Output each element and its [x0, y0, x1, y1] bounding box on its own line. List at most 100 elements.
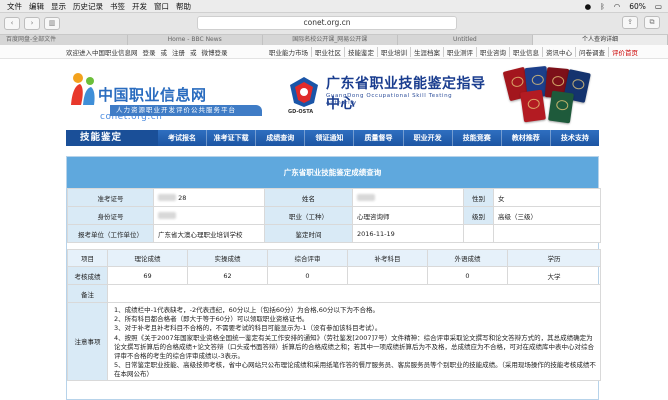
welcome-text: 欢迎进入中国职业信息网 — [66, 48, 138, 57]
weibo-login-link[interactable]: 微博登录 — [202, 47, 228, 57]
name-value — [352, 188, 464, 207]
gd-abbreviation: GD-OSTA — [288, 109, 314, 115]
forward-button[interactable]: › — [24, 17, 40, 30]
tab-baidu-pan[interactable]: 百度网盘-全部文件 — [0, 35, 128, 45]
remark-value — [107, 284, 601, 303]
site-link[interactable]: 生涯档案 — [411, 46, 444, 57]
language-score: 0 — [427, 266, 508, 285]
candidate-info-table: 准考证号 28 姓名 性别 女 身份证号 职业（工种） 心理咨询师 级别 高级（… — [67, 188, 601, 243]
share-icon[interactable]: ⇪ — [622, 16, 638, 29]
wifi-icon[interactable]: ◠ — [614, 2, 621, 11]
col-theory: 理论成绩 — [107, 249, 188, 267]
nav-admission-download[interactable]: 准考证下载 — [207, 130, 257, 146]
sidebar-icon[interactable]: ▥ — [44, 17, 60, 30]
level-value: 高级（三级） — [493, 206, 601, 225]
top-utility-bar: 欢迎进入中国职业信息网 登录 或 注册 或 微博登录 职业能力市场 职业社区 技… — [0, 45, 668, 59]
note-item: 3、对于补考且补考科目不合格的，不需要考试的科目可能显示为-1（没有参加该科目考… — [114, 324, 382, 333]
col-comprehensive: 综合评审 — [267, 249, 348, 267]
table-row: 准考证号 28 姓名 性别 女 — [67, 188, 601, 207]
level-label: 级别 — [463, 206, 494, 225]
menu-edit[interactable]: 编辑 — [29, 1, 44, 12]
redaction-mark — [357, 194, 375, 201]
note-item: 5、日常鉴定职业技能、高级技师考核，省中心网站只公布理论成绩和采用纸笔作答的餐厅… — [114, 361, 596, 379]
col-item: 项目 — [67, 249, 108, 267]
makeup-subject — [347, 266, 428, 285]
practical-score: 62 — [187, 266, 268, 285]
menu-view[interactable]: 显示 — [51, 1, 66, 12]
battery-level: 60% — [629, 1, 646, 11]
gd-english-title: GuangDong Occupational Skill Testing — [326, 93, 453, 99]
exam-id-label: 准考证号 — [67, 188, 154, 207]
nav-textbook[interactable]: 教材推荐 — [502, 130, 551, 146]
comprehensive-score: 0 — [267, 266, 348, 285]
employer-label: 报考单位（工作单位） — [67, 224, 154, 243]
occupation-value: 心理咨询师 — [352, 206, 464, 225]
notes-row: 注意事项 1、成绩栏中-1代表缺考，-2代表违纪，60分以上（包括60分）为合格… — [67, 302, 601, 381]
grades-row: 考核成绩 69 62 0 0 大学 — [67, 266, 601, 285]
section-brand[interactable]: 技能鉴定 — [66, 130, 158, 146]
tab-untitled[interactable]: Untitled — [398, 35, 533, 45]
empty-cell — [493, 224, 601, 243]
grades-header-row: 项目 理论成绩 实操成绩 综合评审 补考科目 外语成绩 学历 — [67, 249, 601, 267]
browser-toolbar: ‹ › ▥ conet.org.cn ⇪ ⧉ — [0, 13, 668, 34]
certificate-crimson — [520, 89, 546, 123]
tab-163-open[interactable]: 国际名校公开课_网易公开课 — [263, 35, 398, 45]
table-row: 报考单位（工作单位） 广东省大澳心理职业培训学校 鉴定时间 2016-11-19 — [67, 224, 601, 243]
notes-label: 注意事项 — [67, 302, 108, 381]
battery-icon[interactable]: ▭ — [655, 2, 662, 11]
logo-title-text: 中国职业信息网 — [98, 86, 207, 104]
remark-label: 备注 — [67, 284, 108, 303]
employer-value: 广东省大澳心理职业培训学校 — [153, 224, 265, 243]
address-bar[interactable]: conet.org.cn — [197, 16, 457, 30]
site-link[interactable]: 技能鉴定 — [345, 46, 378, 57]
register-link[interactable]: 注册 — [172, 47, 185, 57]
back-button[interactable]: ‹ — [4, 17, 20, 30]
exam-id-value: 28 — [153, 188, 265, 207]
tabs-overview-icon[interactable]: ⧉ — [644, 16, 660, 29]
login-link[interactable]: 登录 — [143, 47, 156, 57]
nav-quality-supervision[interactable]: 质量督导 — [354, 130, 404, 146]
site-link[interactable]: 职业测评 — [444, 46, 477, 57]
menu-window[interactable]: 窗口 — [154, 1, 169, 12]
nav-skill-competition[interactable]: 技能竞赛 — [453, 130, 502, 146]
id-number-value — [153, 206, 265, 225]
site-link[interactable]: 问卷调查 — [576, 46, 609, 57]
nav-certificate-notice[interactable]: 领证通知 — [305, 130, 355, 146]
site-link[interactable]: 职业咨询 — [477, 46, 510, 57]
notes-label-text: 注意事项 — [74, 338, 101, 347]
menu-help[interactable]: 帮助 — [176, 1, 191, 12]
user-icon[interactable]: ● — [585, 2, 592, 11]
row-label: 考核成绩 — [67, 266, 108, 285]
nav-score-query[interactable]: 成绩查询 — [256, 130, 306, 146]
nav-exam-registration[interactable]: 考试报名 — [158, 130, 208, 146]
site-link[interactable]: 职业社区 — [312, 46, 345, 57]
tab-personal-query[interactable]: 个人查询详细 — [532, 35, 668, 45]
nav-career-development[interactable]: 职业开发 — [404, 130, 453, 146]
site-link[interactable]: 职业信息 — [510, 46, 543, 57]
menu-develop[interactable]: 开发 — [132, 1, 147, 12]
col-makeup: 补考科目 — [347, 249, 428, 267]
site-link[interactable]: 资讯中心 — [543, 46, 576, 57]
site-logo[interactable]: 中国职业信息网conet.org.cn 人力资源职业开发评价公共服务平台 — [68, 65, 263, 125]
certificate-images — [500, 65, 600, 124]
menu-history[interactable]: 历史记录 — [73, 1, 103, 12]
bluetooth-icon[interactable]: ᛒ — [600, 2, 605, 11]
empty-cell — [463, 224, 494, 243]
nav-tech-support[interactable]: 技术支持 — [551, 130, 599, 146]
site-link[interactable]: 评价首页 — [609, 47, 641, 57]
site-link[interactable]: 职业培训 — [378, 46, 411, 57]
exam-date-label: 鉴定时间 — [264, 224, 353, 243]
site-link[interactable]: 职业能力市场 — [266, 46, 312, 57]
notes-content: 1、成绩栏中-1代表缺考，-2代表违纪，60分以上（包括60分）为合格,60分以… — [107, 302, 601, 381]
tab-bbc[interactable]: Home - BBC News — [128, 35, 263, 45]
menu-bookmarks[interactable]: 书签 — [110, 1, 125, 12]
table-row: 身份证号 职业（工种） 心理咨询师 级别 高级（三级） — [67, 206, 601, 225]
menu-file[interactable]: 文件 — [7, 1, 22, 12]
col-practical: 实操成绩 — [187, 249, 268, 267]
logo-people-icon — [71, 73, 95, 105]
col-language: 外语成绩 — [427, 249, 508, 267]
gender-value: 女 — [493, 188, 601, 207]
or-text-2: 或 — [190, 48, 197, 57]
logo-title: 中国职业信息网conet.org.cn — [98, 84, 263, 123]
exam-date-value: 2016-11-19 — [352, 224, 464, 243]
